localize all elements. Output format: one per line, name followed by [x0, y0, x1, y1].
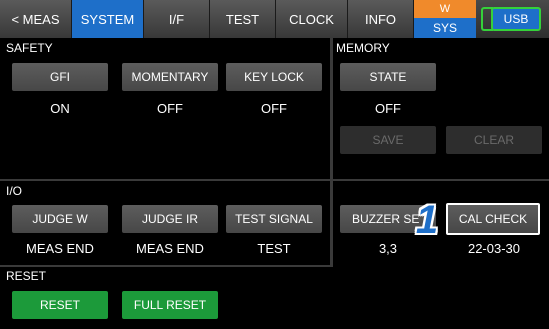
momentary-value: OFF [157, 101, 183, 116]
tab-clock[interactable]: CLOCK [276, 0, 348, 38]
callout-number: 1 [415, 198, 439, 242]
save-button[interactable]: SAVE [340, 126, 436, 154]
gfi-button[interactable]: GFI [12, 63, 108, 91]
test-signal-button[interactable]: TEST SIGNAL [226, 205, 322, 233]
mode-bottom-label: SYS [414, 18, 476, 38]
reset-title: RESET [6, 269, 47, 283]
judge-w-value: MEAS END [26, 241, 94, 256]
divider-io [0, 179, 549, 181]
gfi-value: ON [50, 101, 70, 116]
tab-meas[interactable]: < MEAS [0, 0, 72, 38]
state-button[interactable]: STATE [340, 63, 436, 91]
judge-ir-value: MEAS END [136, 241, 204, 256]
vertical-divider [330, 38, 333, 267]
key-lock-button[interactable]: KEY LOCK [226, 63, 322, 91]
reset-button[interactable]: RESET [12, 291, 108, 319]
cal-check-value: 22-03-30 [467, 241, 521, 256]
system-screen: < MEAS SYSTEM I/F TEST CLOCK INFO W SYS … [0, 0, 549, 329]
mode-indicator: W SYS [414, 0, 476, 38]
tab-info[interactable]: INFO [348, 0, 414, 38]
usb-indicator: USB [491, 7, 541, 31]
momentary-button[interactable]: MOMENTARY [122, 63, 218, 91]
clear-button[interactable]: CLEAR [446, 126, 542, 154]
tab-if[interactable]: I/F [144, 0, 210, 38]
memory-title: MEMORY [336, 41, 390, 55]
cal-check-button[interactable]: CAL CHECK [446, 203, 540, 235]
judge-w-button[interactable]: JUDGE W [12, 205, 108, 233]
tab-bar: < MEAS SYSTEM I/F TEST CLOCK INFO W SYS … [0, 0, 549, 38]
io-title: I/O [6, 184, 23, 198]
tab-system[interactable]: SYSTEM [72, 0, 144, 38]
safety-title: SAFETY [6, 41, 53, 55]
divider-reset [0, 265, 333, 267]
state-value: OFF [375, 101, 401, 116]
judge-ir-button[interactable]: JUDGE IR [122, 205, 218, 233]
test-signal-value: TEST [257, 241, 291, 256]
tab-test[interactable]: TEST [210, 0, 276, 38]
key-lock-value: OFF [261, 101, 287, 116]
full-reset-button[interactable]: FULL RESET [122, 291, 218, 319]
mode-top-label: W [414, 0, 476, 18]
